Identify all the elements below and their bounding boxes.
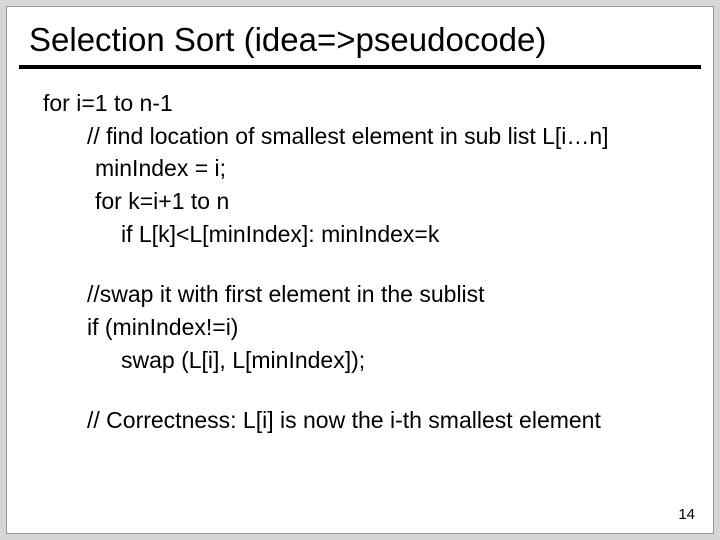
code-line: for i=1 to n-1 [43, 87, 691, 120]
code-line: swap (L[i], L[minIndex]); [121, 344, 691, 377]
slide-title: Selection Sort (idea=>pseudocode) [29, 21, 691, 59]
slide: Selection Sort (idea=>pseudocode) for i=… [6, 6, 714, 534]
code-line: minIndex = i; [95, 152, 691, 185]
spacer [29, 376, 691, 404]
code-line: for k=i+1 to n [95, 185, 691, 218]
page-number: 14 [678, 506, 695, 523]
code-line: if L[k]<L[minIndex]: minIndex=k [121, 218, 691, 251]
code-line: //swap it with first element in the subl… [87, 278, 691, 311]
code-line: if (minIndex!=i) [87, 311, 691, 344]
pseudocode-block: for i=1 to n-1 // find location of small… [29, 87, 691, 437]
code-line: // find location of smallest element in … [87, 120, 691, 153]
spacer [29, 250, 691, 278]
code-line: // Correctness: L[i] is now the i-th sma… [87, 404, 691, 437]
title-rule [19, 65, 701, 69]
